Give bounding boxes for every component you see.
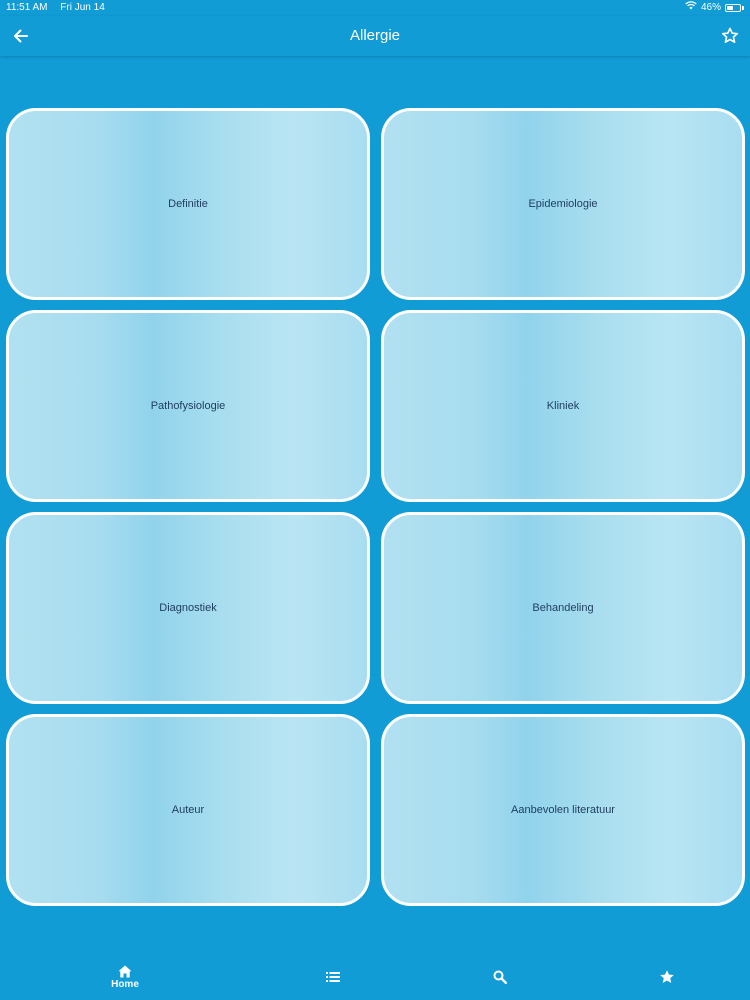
tab-search[interactable] xyxy=(470,965,530,984)
battery-cap xyxy=(742,6,744,10)
tab-list[interactable] xyxy=(303,965,363,983)
star-icon xyxy=(660,970,674,983)
favorite-button[interactable] xyxy=(720,26,740,46)
list-icon xyxy=(326,972,340,982)
tile-epidemiologie[interactable]: Epidemiologie xyxy=(381,108,745,300)
tile-label: Diagnostiek xyxy=(159,602,217,614)
tile-label: Aanbevolen literatuur xyxy=(511,804,615,816)
tab-favorites[interactable] xyxy=(637,965,697,985)
tab-bar: Home xyxy=(0,955,750,1000)
search-icon xyxy=(493,970,507,984)
tile-aanbevolen-literatuur[interactable]: Aanbevolen literatuur xyxy=(381,714,745,906)
status-time: 11:51 AM xyxy=(6,2,48,13)
status-date: Fri Jun 14 xyxy=(60,2,105,13)
status-right: 46% xyxy=(685,0,744,16)
status-left: 11:51 AM Fri Jun 14 xyxy=(6,0,115,16)
app-header: Allergie xyxy=(0,16,750,56)
tab-home-label: Home xyxy=(111,979,139,990)
battery-percentage: 46% xyxy=(700,2,721,13)
tile-label: Pathofysiologie xyxy=(150,400,226,412)
tile-label: Auteur xyxy=(171,804,205,816)
tile-pathofysiologie[interactable]: Pathofysiologie xyxy=(6,310,370,502)
tile-label: Kliniek xyxy=(546,400,580,412)
tile-diagnostiek[interactable]: Diagnostiek xyxy=(6,512,370,704)
tab-home[interactable]: Home xyxy=(95,965,155,991)
star-outline-icon xyxy=(721,27,739,43)
tile-auteur[interactable]: Auteur xyxy=(6,714,370,906)
tile-behandeling[interactable]: Behandeling xyxy=(381,512,745,704)
status-bar: 11:51 AM Fri Jun 14 46% xyxy=(0,0,750,16)
topic-grid: Definitie Epidemiologie Pathofysiologie … xyxy=(6,108,745,906)
page-title: Allergie xyxy=(349,27,401,44)
tile-definitie[interactable]: Definitie xyxy=(6,108,370,300)
battery-icon xyxy=(725,4,741,12)
wifi-icon xyxy=(685,0,697,16)
tile-kliniek[interactable]: Kliniek xyxy=(381,310,745,502)
battery-fill xyxy=(727,6,733,10)
tile-label: Epidemiologie xyxy=(528,198,598,210)
tile-label: Behandeling xyxy=(532,602,594,614)
tile-label: Definitie xyxy=(168,198,208,210)
home-icon xyxy=(118,965,132,978)
